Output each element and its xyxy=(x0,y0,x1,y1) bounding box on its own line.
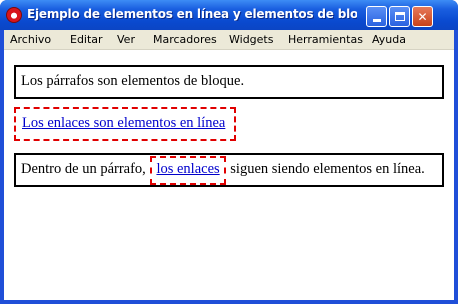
menu-marcadores[interactable]: Marcadores xyxy=(153,33,217,46)
close-button[interactable]: ✕ xyxy=(412,6,433,27)
menu-bar: Archivo Editar Ver Marcadores Widgets He… xyxy=(4,30,454,50)
minimize-button[interactable] xyxy=(366,6,387,27)
paragraph-with-inline-link: Dentro de un párrafo, los enlaces siguen… xyxy=(14,153,444,187)
menu-widgets[interactable]: Widgets xyxy=(229,33,273,46)
menu-archivo[interactable]: Archivo xyxy=(10,33,51,46)
paragraph-text: Los párrafos son elementos de bloque. xyxy=(21,73,245,89)
window-bottom-border xyxy=(0,300,458,304)
block-link-container: Los enlaces son elementos en línea xyxy=(14,107,236,141)
window-title: Ejemplo de elementos en línea y elemento… xyxy=(27,7,357,21)
page-content: Los párrafos son elementos de bloque. Lo… xyxy=(4,51,454,300)
opera-logo-icon[interactable] xyxy=(6,7,22,23)
inline-link-container: los enlaces xyxy=(150,156,226,185)
maximize-icon xyxy=(394,12,405,21)
menu-editar[interactable]: Editar xyxy=(70,33,103,46)
inline-link[interactable]: los enlaces xyxy=(156,161,219,177)
paragraph-text-before: Dentro de un párrafo, xyxy=(21,161,146,177)
block-paragraph: Los párrafos son elementos de bloque. xyxy=(14,65,444,99)
block-link[interactable]: Los enlaces son elementos en línea xyxy=(22,115,225,131)
browser-window: Ejemplo de elementos en línea y elemento… xyxy=(0,0,458,304)
menu-herramientas[interactable]: Herramientas xyxy=(288,33,363,46)
close-icon: ✕ xyxy=(417,9,428,24)
minimize-icon xyxy=(372,19,381,22)
client-area: Archivo Editar Ver Marcadores Widgets He… xyxy=(4,30,454,300)
title-bar[interactable]: Ejemplo de elementos en línea y elemento… xyxy=(0,0,458,30)
menu-ayuda[interactable]: Ayuda xyxy=(372,33,406,46)
maximize-button[interactable] xyxy=(389,6,410,27)
paragraph-text-after: siguen siendo elementos en línea. xyxy=(230,161,425,177)
menu-ver[interactable]: Ver xyxy=(117,33,135,46)
